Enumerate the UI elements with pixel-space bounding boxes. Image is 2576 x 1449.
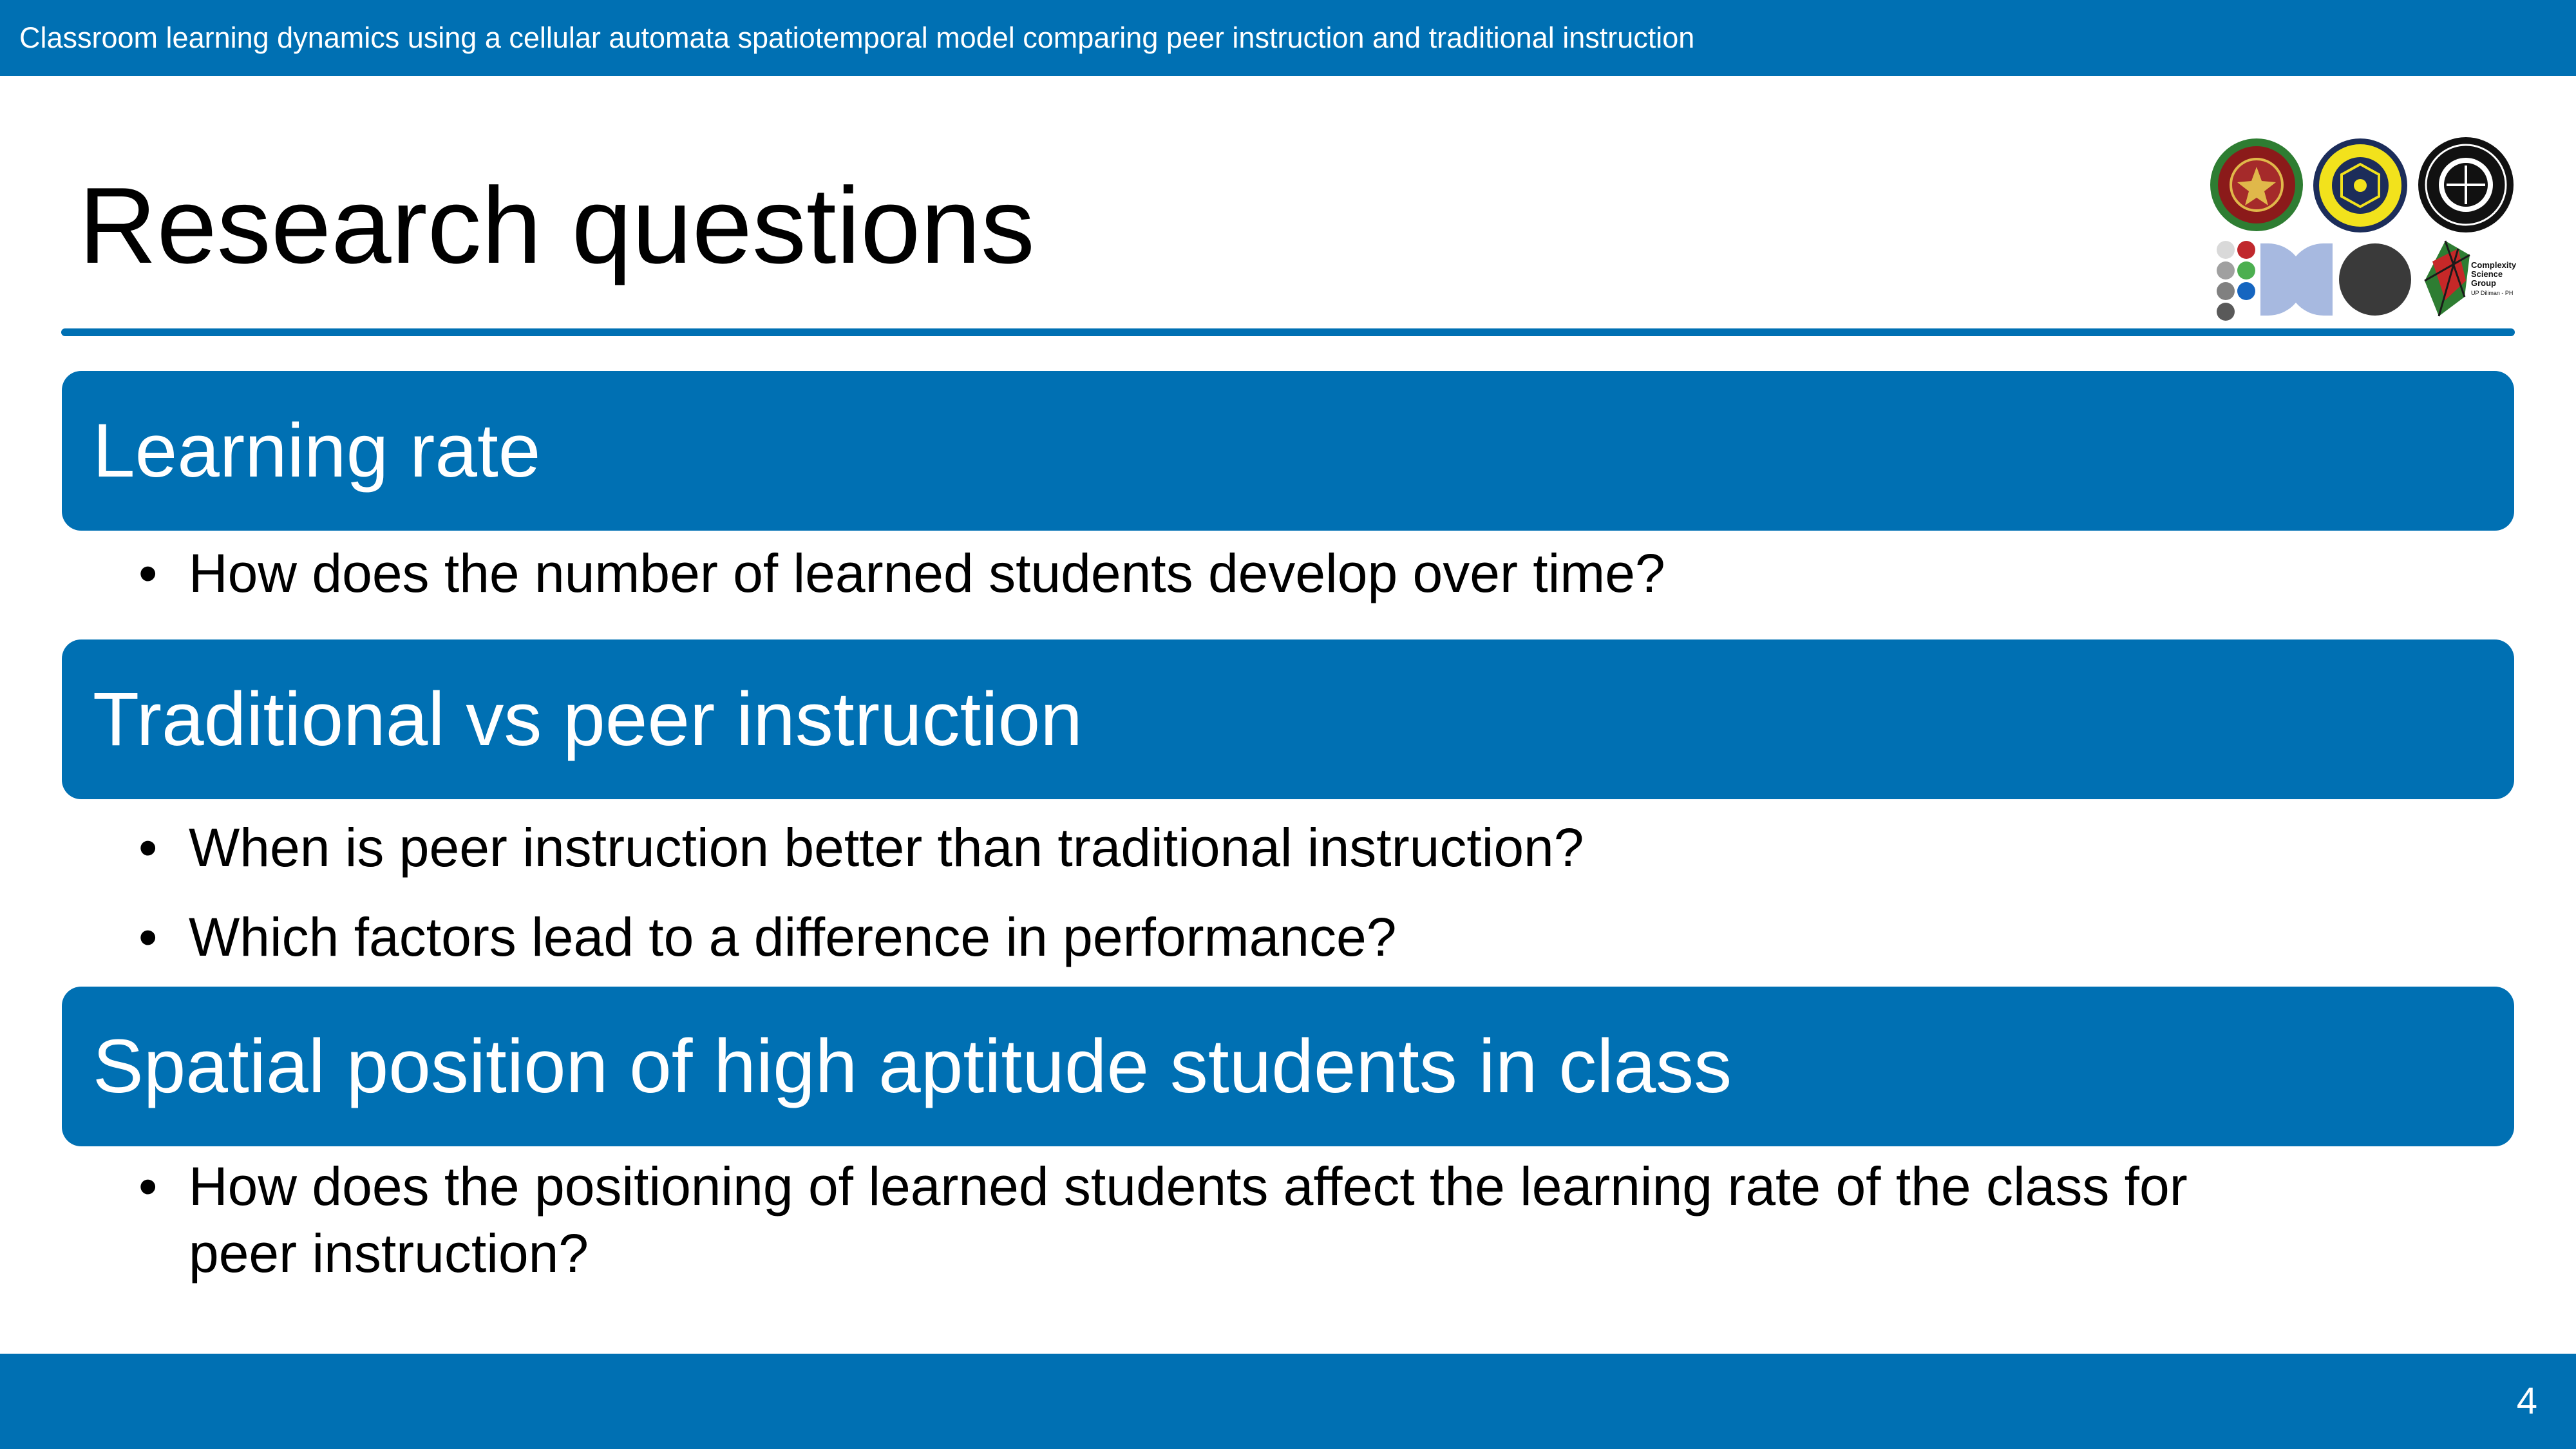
section-heading: Learning rate xyxy=(93,408,541,493)
page-number: 4 xyxy=(2516,1380,2537,1422)
presentation-title: Classroom learning dynamics using a cell… xyxy=(19,21,1695,54)
bullet-glyph: • xyxy=(138,907,158,967)
bullet-item: • Which factors lead to a difference in … xyxy=(138,904,2202,971)
header-bar: Classroom learning dynamics using a cell… xyxy=(0,0,2576,76)
instrumentation-lab-logo xyxy=(2217,241,2411,321)
footer-bar: 4 xyxy=(0,1354,2576,1449)
svg-text:Science: Science xyxy=(2471,269,2503,279)
bullet-item: • How does the positioning of learned st… xyxy=(138,1153,2202,1287)
svg-text:Group: Group xyxy=(2471,278,2496,288)
logo-cluster: Complexity Science Group UP Diliman - PH xyxy=(2206,134,2521,327)
bullet-text: When is peer instruction better than tra… xyxy=(189,817,1584,878)
title-divider xyxy=(61,328,2515,336)
bullet-item: • How does the number of learned student… xyxy=(138,540,2202,607)
slide-title: Research questions xyxy=(79,165,1035,286)
bullet-text: How does the positioning of learned stud… xyxy=(189,1156,2188,1283)
national-institute-of-physics-logo xyxy=(2418,137,2514,232)
bullet-glyph: • xyxy=(138,1156,158,1217)
section-heading: Traditional vs peer instruction xyxy=(93,677,1083,762)
svg-text:Complexity: Complexity xyxy=(2471,260,2516,270)
section-spatial-position: Spatial position of high aptitude studen… xyxy=(62,987,2514,1146)
bullet-glyph: • xyxy=(138,543,158,603)
bullet-item: • When is peer instruction better than t… xyxy=(138,814,2202,881)
bullet-glyph: • xyxy=(138,817,158,878)
complexity-science-group-logo: Complexity Science Group UP Diliman - PH xyxy=(2424,240,2516,317)
bullet-text: How does the number of learned students … xyxy=(189,543,1665,603)
svg-text:UP Diliman - PH: UP Diliman - PH xyxy=(2471,290,2513,296)
section-learning-rate: Learning rate xyxy=(62,371,2514,531)
up-seal-logo xyxy=(2210,138,2303,231)
section-traditional-vs-peer: Traditional vs peer instruction xyxy=(62,639,2514,799)
college-of-science-logo xyxy=(2313,138,2407,232)
section-heading: Spatial position of high aptitude studen… xyxy=(93,1024,1732,1109)
bullet-text: Which factors lead to a difference in pe… xyxy=(189,907,1397,967)
